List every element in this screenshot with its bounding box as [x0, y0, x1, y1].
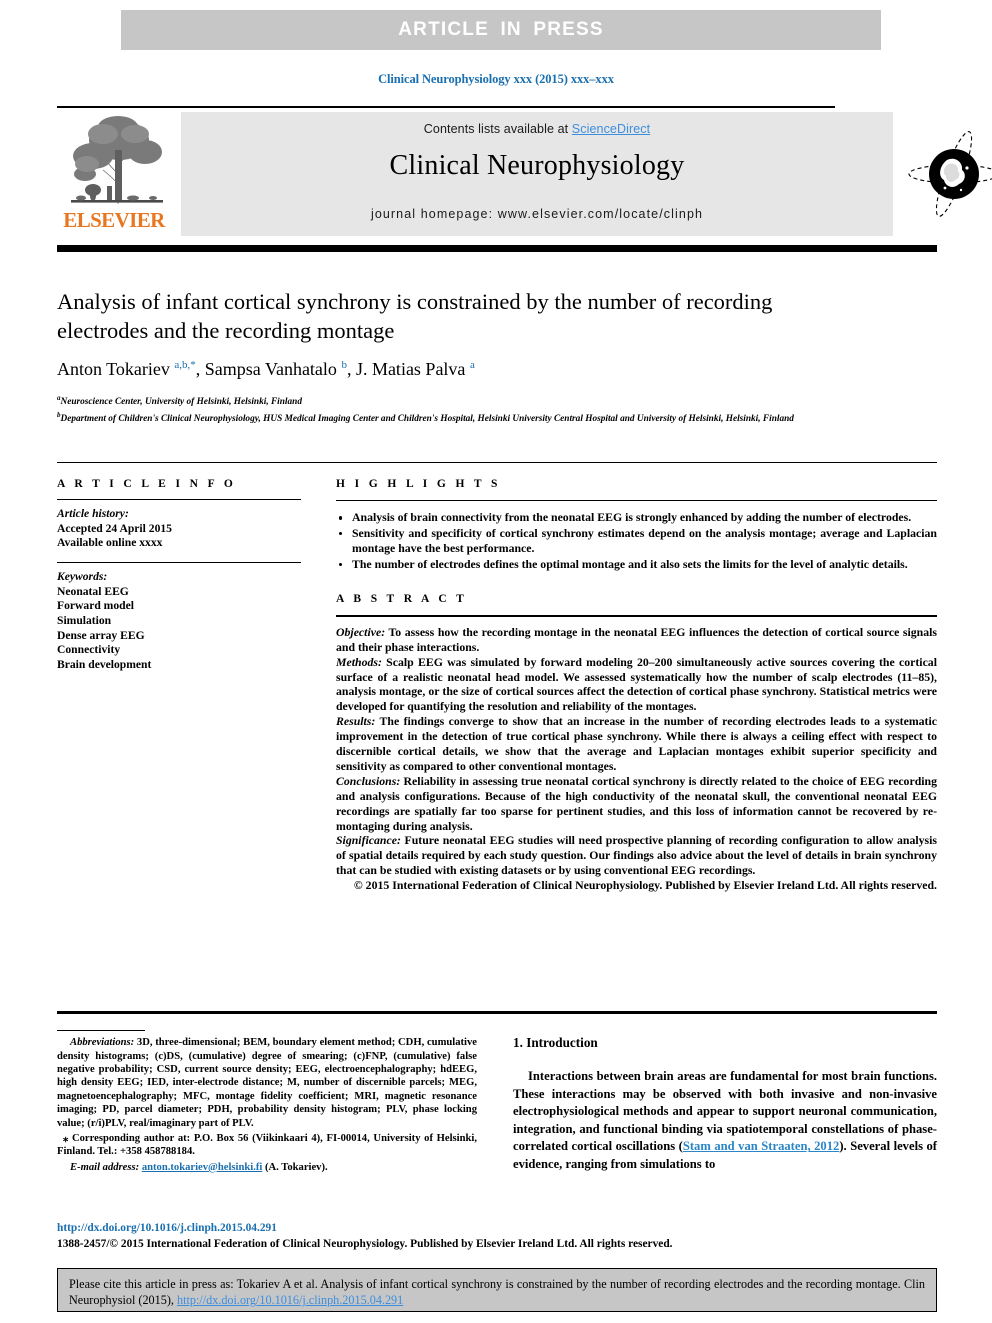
affiliation-a: aNeuroscience Center, University of Hels…	[57, 392, 937, 409]
header-thick-rule	[57, 245, 937, 252]
elsevier-wordmark: ELSEVIER	[63, 208, 165, 232]
article-info-column: A R T I C L E I N F O Article history: A…	[57, 478, 301, 672]
keywords-label: Keywords:	[57, 570, 108, 584]
article-first-page: ARTICLE IN PRESS Clinical Neurophysiolog…	[0, 0, 992, 1323]
abstract-section-conclusions: Conclusions: Reliability in assessing tr…	[336, 774, 937, 834]
article-history-accepted: Accepted 24 April 2015	[57, 521, 172, 535]
cite-doi-link[interactable]: http://dx.doi.org/10.1016/j.clinph.2015.…	[177, 1293, 403, 1307]
keyword-item: Brain development	[57, 657, 152, 671]
abstract-label-objective: Objective:	[336, 624, 386, 639]
article-history-block: Article history: Accepted 24 April 2015 …	[57, 507, 301, 551]
affiliation-b-text: Department of Children's Clinical Neurop…	[60, 413, 794, 424]
introduction-column: 1. Introduction Interactions between bra…	[513, 1035, 937, 1174]
masthead-gray-box: Contents lists available at ScienceDirec…	[181, 112, 893, 236]
abstract-section-objective: Objective: To assess how the recording m…	[336, 625, 937, 655]
keyword-item: Simulation	[57, 613, 112, 627]
cite-this-article-box: Please cite this article in press as: To…	[57, 1268, 937, 1312]
keywords-block: Keywords: Neonatal EEG Forward model Sim…	[57, 570, 301, 672]
abstract-label-conclusions: Conclusions:	[336, 773, 401, 788]
affiliation-a-text: Neuroscience Center, University of Helsi…	[60, 397, 302, 408]
abstract-text-significance: Future neonatal EEG studies will need pr…	[336, 833, 937, 878]
sciencedirect-link[interactable]: ScienceDirect	[572, 122, 650, 136]
elsevier-logo: ELSEVIER	[57, 112, 171, 238]
abstract-section-methods: Methods: Scalp EEG was simulated by forw…	[336, 655, 937, 715]
abstract-label-results: Results:	[336, 714, 376, 729]
article-in-press-banner: ARTICLE IN PRESS	[121, 10, 881, 50]
authors-text: Anton Tokariev a,b,*, Sampsa Vanhatalo b…	[57, 359, 475, 379]
highlights-heading: H I G H L I G H T S	[336, 478, 501, 490]
email-note: E-mail address: anton.tokariev@helsinki.…	[57, 1161, 477, 1174]
cite-this-article-text: Please cite this article in press as: To…	[69, 1276, 925, 1309]
abstract-text-conclusions: Reliability in assessing true neonatal c…	[336, 773, 937, 833]
doi-link[interactable]: http://dx.doi.org/10.1016/j.clinph.2015.…	[57, 1222, 277, 1234]
running-head: Clinical Neurophysiology xxx (2015) xxx–…	[378, 72, 614, 86]
corresponding-author-text: Corresponding author at: P.O. Box 56 (Vi…	[57, 1132, 477, 1158]
abbreviations-label: Abbreviations:	[70, 1037, 135, 1049]
highlights-list: Analysis of brain connectivity from the …	[336, 510, 937, 571]
abstract-bottom-rule	[57, 1011, 937, 1015]
introduction-heading: 1. Introduction	[513, 1035, 598, 1050]
masthead-top-rule	[57, 106, 835, 109]
journal-homepage-line[interactable]: journal homepage: www.elsevier.com/locat…	[181, 207, 893, 221]
email-link[interactable]: anton.tokariev@helsinki.fi	[142, 1162, 263, 1173]
contents-prefix: Contents lists available at	[423, 122, 572, 136]
info-section-top-rule	[57, 462, 937, 464]
abstract-text-objective: To assess how the recording montage in t…	[336, 624, 937, 654]
abstract-copyright: © 2015 International Federation of Clini…	[353, 878, 937, 893]
highlight-item: Sensitivity and specificity of cortical …	[336, 526, 937, 556]
abstract-label-methods: Methods:	[336, 654, 382, 669]
keyword-item: Forward model	[57, 599, 134, 613]
article-info-heading: A R T I C L E I N F O	[57, 478, 237, 490]
abstract-body: Objective: To assess how the recording m…	[336, 625, 937, 893]
abstract-rule	[336, 615, 937, 617]
affiliation-b: bDepartment of Children's Clinical Neuro…	[57, 409, 937, 426]
keyword-item: Dense array EEG	[57, 628, 145, 642]
abbreviations-note: Abbreviations: 3D, three-dimensional; BE…	[57, 1036, 477, 1130]
abbreviations-text: 3D, three-dimensional; BEM, boundary ele…	[57, 1037, 477, 1129]
affiliations: aNeuroscience Center, University of Hels…	[57, 392, 937, 426]
highlights-rule	[336, 500, 937, 502]
keyword-item: Connectivity	[57, 643, 121, 657]
journal-masthead: ELSEVIER Contents lists available at Sci…	[57, 110, 992, 238]
footnotes-column: Abbreviations: 3D, three-dimensional; BE…	[57, 1030, 477, 1176]
introduction-paragraph: Interactions between brain areas are fun…	[513, 1068, 937, 1174]
contents-available-line: Contents lists available at ScienceDirec…	[181, 122, 893, 136]
highlights-abstract-column: H I G H L I G H T S Analysis of brain co…	[336, 478, 937, 893]
page-title: Analysis of infant cortical synchrony is…	[57, 289, 773, 343]
abstract-section-significance: Significance: Future neonatal EEG studie…	[336, 833, 937, 878]
highlight-item: Analysis of brain connectivity from the …	[336, 510, 937, 525]
keywords-rule	[57, 561, 301, 564]
email-suffix: (A. Tokariev).	[262, 1161, 328, 1173]
abstract-section-results: Results: The findings converge to show t…	[336, 714, 937, 774]
abstract-heading: A B S T R A C T	[336, 593, 468, 606]
abstract-text-results: The findings converge to show that an in…	[336, 714, 937, 773]
email-label: E-mail address:	[70, 1161, 140, 1173]
abstract-text-methods: Scalp EEG was simulated by forward model…	[336, 654, 937, 714]
article-info-rule	[57, 499, 301, 501]
issn-copyright-line: 1388-2457/© 2015 International Federatio…	[57, 1238, 673, 1250]
footnote-separator-rule	[57, 1030, 145, 1032]
article-history-online: Available online xxxx	[57, 536, 163, 550]
article-in-press-label: ARTICLE IN PRESS	[398, 19, 604, 40]
elsevier-tree-icon	[63, 112, 167, 208]
abstract-label-significance: Significance:	[336, 833, 401, 848]
journal-title: Clinical Neurophysiology	[389, 150, 685, 181]
author-list: Anton Tokariev a,b,*, Sampsa Vanhatalo b…	[57, 353, 917, 381]
article-history-label: Article history:	[57, 507, 129, 521]
journal-emblem-icon	[905, 124, 992, 224]
keyword-item: Neonatal EEG	[57, 584, 129, 598]
corresponding-author-note: ⁎ Corresponding author at: P.O. Box 56 (…	[57, 1132, 477, 1159]
highlight-item: The number of electrodes defines the opt…	[336, 557, 937, 572]
citation-link-stam-van-straaten[interactable]: Stam and van Straaten, 2012	[683, 1139, 840, 1153]
